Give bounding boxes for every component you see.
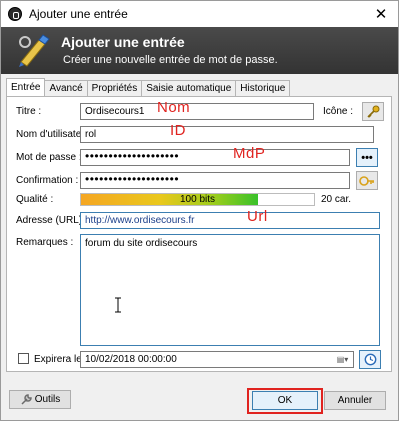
expires-checkbox[interactable] <box>18 353 29 364</box>
title-bar: Ajouter une entrée ✕ <box>1 1 398 27</box>
notes-label: Remarques : <box>16 237 74 248</box>
password-generator-button[interactable] <box>356 171 378 190</box>
wrench-icon <box>21 393 32 405</box>
password-label: Mot de passe : <box>16 152 82 163</box>
icon-label: Icône : <box>323 106 354 117</box>
tab-entree[interactable]: Entrée <box>6 78 46 96</box>
tab-saisie-automatique[interactable]: Saisie automatique <box>141 80 237 96</box>
tab-strip: Entrée Avancé Propriétés Saisie automati… <box>6 78 291 96</box>
tools-button[interactable]: Outils <box>9 390 71 409</box>
notes-textarea[interactable]: forum du site ordisecours <box>80 234 380 346</box>
annotation-mdp: MdP <box>233 145 266 162</box>
close-button[interactable]: ✕ <box>364 1 398 27</box>
title-label: Titre : <box>16 106 42 117</box>
banner-title: Ajouter une entrée <box>61 34 185 50</box>
annotation-nom: Nom <box>157 99 191 116</box>
icon-picker-button[interactable] <box>362 102 384 121</box>
calendar-dropdown-button[interactable]: ▤▾ <box>334 353 351 366</box>
username-input[interactable]: rol <box>80 126 374 143</box>
tools-label: Outils <box>34 394 61 405</box>
notes-text: forum du site ordisecours <box>85 238 198 249</box>
expires-datetime-input[interactable]: 10/02/2018 00:00:00 <box>80 351 354 368</box>
quality-text: 100 bits <box>179 194 216 205</box>
key-icon <box>367 105 380 118</box>
cancel-button[interactable]: Annuler <box>324 391 386 410</box>
generator-icon <box>359 175 374 186</box>
url-input[interactable]: http://www.ordisecours.fr <box>80 212 380 229</box>
url-label: Adresse (URL) : <box>16 215 88 226</box>
tab-proprietes[interactable]: Propriétés <box>86 80 143 96</box>
char-count: 20 car. <box>321 194 352 205</box>
ok-button[interactable]: OK <box>252 391 318 410</box>
add-entry-dialog: Ajouter une entrée ✕ Ajouter une entrée … <box>0 0 399 421</box>
annotation-id: ID <box>170 122 186 139</box>
entry-panel: Titre : Ordisecours1 Nom Icône : Nom d'u… <box>6 96 392 372</box>
quality-label: Qualité : <box>16 194 54 205</box>
password-input[interactable]: •••••••••••••••••••• <box>80 149 350 166</box>
confirmation-input[interactable]: •••••••••••••••••••• <box>80 172 350 189</box>
confirmation-label: Confirmation : <box>16 175 79 186</box>
text-cursor-icon <box>115 297 121 313</box>
tab-historique[interactable]: Historique <box>235 80 291 96</box>
window-title: Ajouter une entrée <box>29 7 128 21</box>
banner-subtitle: Créer une nouvelle entrée de mot de pass… <box>63 54 278 66</box>
password-quality-bar: 100 bits <box>80 193 315 206</box>
tab-avance[interactable]: Avancé <box>44 80 88 96</box>
toggle-password-visibility-button[interactable]: ••• <box>356 148 378 167</box>
key-pen-icon <box>19 34 50 67</box>
clock-icon <box>364 353 376 366</box>
lock-icon <box>8 7 22 21</box>
annotation-url: Url <box>247 208 268 225</box>
title-input[interactable]: Ordisecours1 <box>80 103 314 120</box>
expiry-presets-button[interactable] <box>359 350 381 369</box>
header-banner: Ajouter une entrée Créer une nouvelle en… <box>1 27 398 74</box>
